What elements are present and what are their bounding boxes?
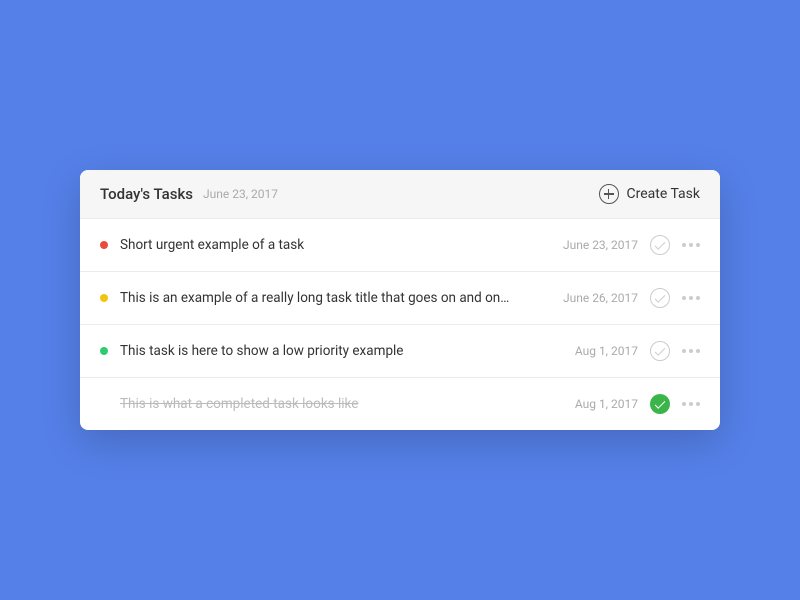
priority-dot-low	[100, 347, 108, 355]
check-icon	[655, 292, 666, 303]
plus-icon	[599, 184, 619, 204]
create-task-button[interactable]: Create Task	[599, 184, 701, 204]
task-row[interactable]: This is an example of a really long task…	[80, 272, 720, 325]
task-title: Short urgent example of a task	[120, 237, 551, 253]
check-icon	[655, 345, 666, 356]
check-icon	[655, 239, 666, 250]
complete-toggle[interactable]	[650, 341, 670, 361]
complete-toggle[interactable]	[650, 394, 670, 414]
more-button[interactable]	[682, 292, 700, 304]
more-button[interactable]	[682, 239, 700, 251]
priority-dot-high	[100, 241, 108, 249]
card-header: Today's Tasks June 23, 2017 Create Task	[80, 170, 720, 219]
complete-toggle[interactable]	[650, 288, 670, 308]
more-button[interactable]	[682, 345, 700, 357]
complete-toggle[interactable]	[650, 235, 670, 255]
create-task-label: Create Task	[627, 186, 701, 202]
task-row[interactable]: Short urgent example of a task June 23, …	[80, 219, 720, 272]
task-title: This is an example of a really long task…	[120, 290, 551, 306]
task-row[interactable]: This is what a completed task looks like…	[80, 378, 720, 430]
tasks-card: Today's Tasks June 23, 2017 Create Task …	[80, 170, 720, 430]
task-title: This is what a completed task looks like	[120, 396, 563, 412]
task-title: This task is here to show a low priority…	[120, 343, 563, 359]
task-date: June 23, 2017	[563, 238, 638, 252]
more-button[interactable]	[682, 398, 700, 410]
task-date: Aug 1, 2017	[575, 397, 638, 411]
task-date: Aug 1, 2017	[575, 344, 638, 358]
task-row[interactable]: This task is here to show a low priority…	[80, 325, 720, 378]
priority-dot-medium	[100, 294, 108, 302]
header-date: June 23, 2017	[203, 187, 598, 201]
card-title: Today's Tasks	[100, 185, 193, 203]
task-date: June 26, 2017	[563, 291, 638, 305]
check-icon	[655, 398, 666, 409]
